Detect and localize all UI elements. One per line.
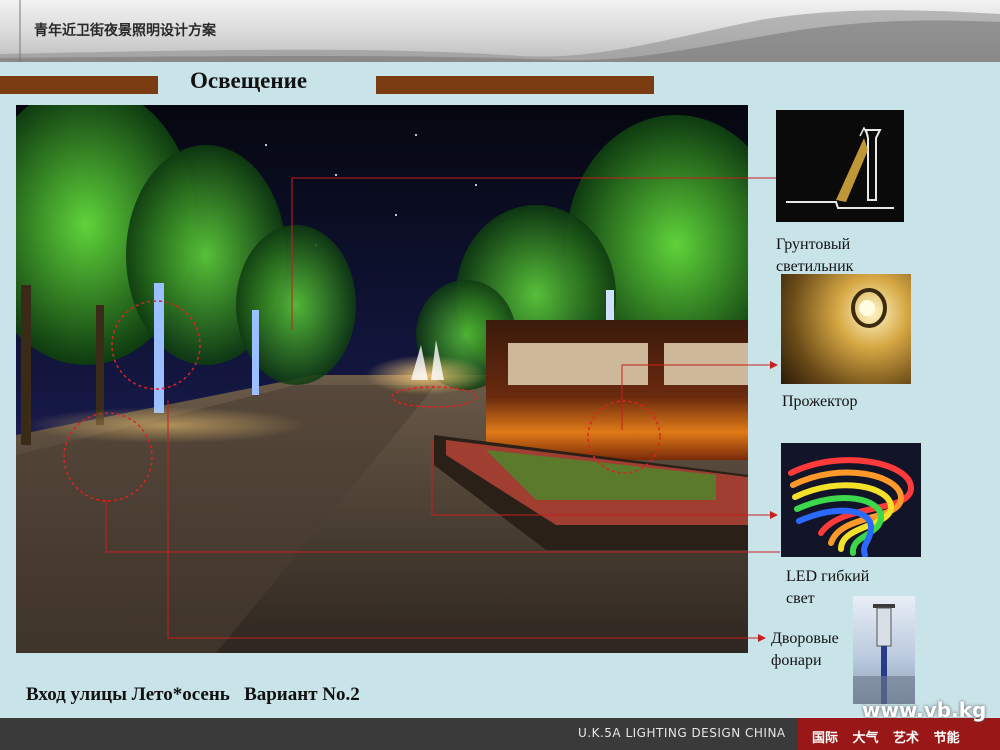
scheme-caption: Вход улицы Лето*осень Вариант No.2 (26, 684, 360, 705)
courtyard-lamp-image (853, 596, 915, 704)
watermark: www.vb.kg (862, 698, 987, 722)
title-bar-left (0, 76, 158, 94)
callout-label-courtyard-lamp: Дворовые фонари (771, 628, 839, 672)
callout-label-courtyard-lamp-line1: Дворовые (771, 630, 839, 647)
header-title: 青年近卫街夜景照明设计方案 (34, 23, 216, 39)
slide-title: Освещение (190, 68, 308, 93)
callout-label-ground-light: Грунтовый светильник (776, 234, 853, 278)
night-street-rendering (16, 105, 748, 653)
slide-header: 青年近卫街夜景照明设计方案 (0, 0, 1000, 62)
callout-label-ground-light-line1: Грунтовый (776, 236, 851, 253)
footer-tags: 国际 大气 艺术 节能 (812, 731, 960, 746)
ground-light-sketch-image (776, 110, 904, 222)
footer-brand: U.K.5A LIGHTING DESIGN CHINA (578, 726, 786, 740)
led-flexible-light-image (781, 443, 921, 557)
title-bar-right (376, 76, 654, 94)
callout-label-led-flexible-light-line1: LED гибкий (786, 568, 870, 585)
callout-label-courtyard-lamp-line2: фонари (771, 652, 822, 669)
callout-label-spotlight-line1: Прожектор (782, 393, 858, 410)
callout-label-spotlight: Прожектор (782, 391, 857, 413)
spotlight-image (781, 274, 911, 384)
